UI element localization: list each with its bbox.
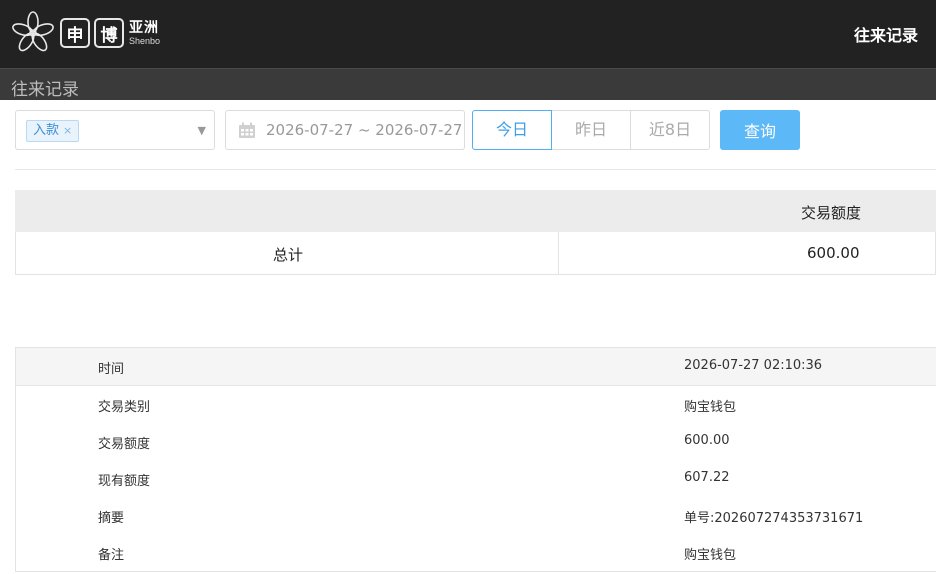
record-row-balance: 现有额度 607.22 (16, 460, 936, 497)
logo-asia: 亚洲 (129, 19, 159, 36)
divider (15, 169, 936, 170)
record-label: 备注 (98, 548, 125, 563)
section-title: 往来记录 (11, 80, 79, 100)
record-row-amount: 交易额度 600.00 (16, 423, 936, 460)
record-value: 607.22 (684, 470, 730, 485)
record-detail-table: 时间 2026-07-27 02:10:36 交易类别 购宝钱包 交易额度 60… (15, 347, 936, 572)
logo-text: 亚洲 Shenbo (129, 21, 160, 46)
summary-column-header: 交易额度 (801, 204, 862, 222)
total-label: 总计 (273, 246, 304, 264)
top-bar: 申 博 亚洲 Shenbo 往来记录 (0, 0, 936, 68)
today-button[interactable]: 今日 (472, 110, 552, 150)
summary-table-header: 交易额度 (15, 190, 936, 232)
record-label: 交易额度 (98, 437, 151, 452)
record-value: 2026-07-27 02:10:36 (684, 358, 823, 373)
query-button[interactable]: 查询 (720, 110, 800, 150)
record-value: 购宝钱包 (684, 400, 737, 415)
date-range-picker[interactable]: 2026-07-27 ~ 2026-07-27 (225, 110, 465, 150)
type-tag-label: 入款 (33, 123, 60, 138)
type-tag: 入款 × (26, 120, 80, 142)
last-8-days-button[interactable]: 近8日 (630, 110, 710, 150)
record-row-note: 备注 购宝钱包 (16, 534, 936, 571)
flower-logo-icon (12, 11, 54, 52)
yesterday-button[interactable]: 昨日 (551, 110, 631, 150)
record-value: 600.00 (684, 433, 730, 448)
record-value: 单号:202607274353731671 (684, 511, 864, 526)
logo-char-2: 博 (94, 18, 124, 48)
transaction-type-select[interactable]: 入款 × ▼ (15, 110, 215, 150)
record-row-summary: 摘要 单号:202607274353731671 (16, 497, 936, 534)
tag-remove-icon[interactable]: × (63, 124, 72, 137)
cell-separator (558, 232, 559, 274)
date-range-value: 2026-07-27 ~ 2026-07-27 (266, 121, 463, 139)
logo[interactable]: 申 博 亚洲 Shenbo (10, 8, 160, 58)
total-value: 600.00 (807, 244, 860, 262)
summary-total-row: 总计 600.00 (15, 232, 936, 275)
record-row-time: 时间 2026-07-27 02:10:36 (16, 348, 936, 386)
page-title: 往来记录 (853, 26, 918, 45)
calendar-icon (239, 122, 255, 138)
logo-subtitle: Shenbo (129, 35, 161, 46)
record-label: 时间 (98, 362, 125, 377)
record-value: 购宝钱包 (684, 548, 737, 563)
record-label: 摘要 (98, 511, 125, 526)
record-label: 交易类别 (98, 400, 151, 415)
sub-header-bar: 往来记录 (0, 68, 936, 100)
record-row-type: 交易类别 购宝钱包 (16, 386, 936, 423)
logo-char-1: 申 (60, 18, 90, 48)
record-label: 现有额度 (98, 474, 151, 489)
caret-down-icon[interactable]: ▼ (198, 124, 206, 137)
